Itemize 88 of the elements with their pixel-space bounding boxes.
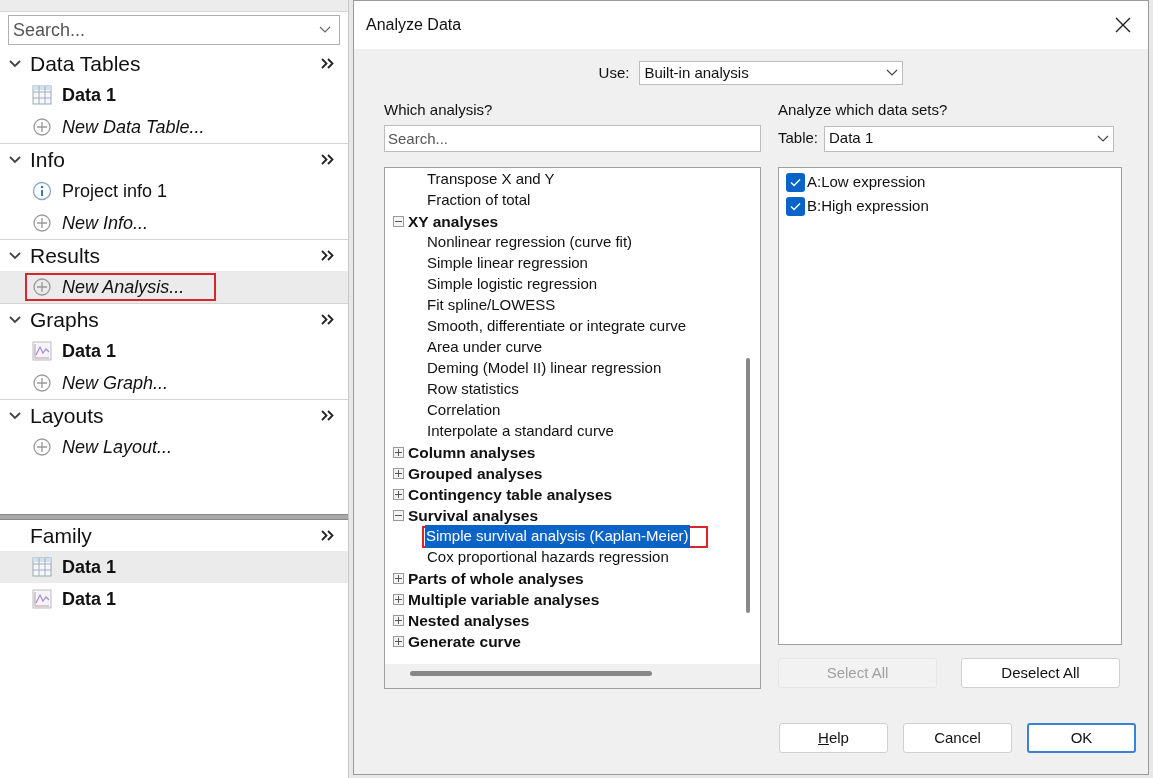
expand-icon[interactable] [393, 594, 404, 605]
checkmark-icon [790, 177, 801, 187]
tree-item[interactable]: Smooth, differentiate or integrate curve [426, 315, 688, 338]
tree-item[interactable]: Data 1 [25, 337, 149, 365]
section-header[interactable]: Results [30, 239, 321, 272]
checkmark-icon [790, 201, 801, 211]
table-label: Table: [778, 128, 819, 149]
section-heading: Analyze which data sets? [778, 100, 949, 120]
tree-item[interactable]: New Graph... [25, 369, 201, 397]
button[interactable]: Cancel [903, 723, 1012, 753]
plus-circle-icon [32, 277, 52, 297]
graph-icon [32, 341, 52, 361]
expand-panel-icon[interactable] [321, 314, 334, 325]
chevron-down-icon[interactable] [319, 26, 331, 34]
section-header[interactable]: Data Tables [30, 47, 321, 80]
tree-item[interactable]: New Analysis... [25, 273, 217, 301]
collapse-icon[interactable] [393, 216, 404, 227]
tree-item[interactable]: New Info... [25, 209, 181, 237]
scrollbar-thumb[interactable] [746, 358, 750, 613]
plus-circle-icon [32, 437, 52, 457]
tree-item[interactable]: Simple survival analysis (Kaplan-Meier) [425, 525, 690, 548]
dialog-title: Analyze Data [366, 15, 462, 35]
tree-item[interactable]: Area under curve [426, 336, 544, 359]
expand-panel-icon[interactable] [321, 410, 334, 421]
tree-item[interactable]: Fit spline/LOWESS [426, 294, 557, 317]
tree-group[interactable]: XY analyses [408, 209, 499, 234]
button[interactable]: Deselect All [961, 658, 1120, 688]
checkbox-label: B:High expression [807, 195, 929, 216]
section-header[interactable]: Family [30, 519, 321, 552]
section-header[interactable]: Graphs [30, 303, 321, 336]
use-dropdown[interactable]: Built-in analysis [639, 61, 904, 85]
plus-icon [395, 638, 402, 645]
minus-icon [395, 218, 402, 225]
tree-item[interactable]: Transpose X and Y [426, 168, 556, 191]
button[interactable]: OK [1027, 723, 1136, 753]
scrollbar-thumb[interactable] [410, 671, 652, 676]
expand-icon[interactable] [393, 489, 404, 500]
plus-icon [395, 617, 402, 624]
tree-item[interactable]: Data 1 [25, 81, 149, 109]
section-heading: Which analysis? [384, 100, 494, 120]
info-icon [32, 181, 52, 201]
tree-item[interactable]: Data 1 [25, 585, 149, 613]
tree-item[interactable]: Cox proportional hazards regression [426, 546, 670, 569]
tree-item[interactable]: Correlation [426, 399, 502, 422]
plus-circle-icon [32, 373, 52, 393]
plus-icon [395, 470, 402, 477]
graph-icon [32, 589, 52, 609]
expand-icon[interactable] [393, 468, 404, 479]
minus-icon [395, 512, 402, 519]
search-field[interactable]: Search... [8, 15, 340, 45]
section-header[interactable]: Layouts [30, 399, 321, 432]
checkbox-label: A:Low expression [807, 171, 926, 192]
tree-item[interactable]: Row statistics [426, 378, 520, 401]
table-icon [32, 85, 52, 105]
expand-icon[interactable] [393, 573, 404, 584]
chevron-down-icon [1097, 134, 1110, 143]
expand-icon[interactable] [393, 447, 404, 458]
tree-item[interactable]: Fraction of total [426, 189, 532, 212]
use-label: Use: [598, 62, 630, 83]
tree-item[interactable]: Simple linear regression [426, 252, 589, 275]
tree-item[interactable]: Interpolate a standard curve [426, 420, 615, 443]
table-dropdown[interactable]: Data 1 [824, 125, 1115, 152]
tree-item[interactable]: Nonlinear regression (curve fit) [426, 231, 634, 254]
table-icon [32, 557, 52, 577]
button[interactable]: Help [779, 723, 888, 753]
checkbox[interactable] [786, 172, 805, 192]
tree-item[interactable]: Project info 1 [25, 177, 200, 205]
tree-item[interactable]: New Data Table... [25, 113, 237, 141]
tree-item[interactable]: Simple logistic regression [426, 273, 599, 296]
plus-circle-icon [32, 117, 52, 137]
expand-icon[interactable] [393, 615, 404, 626]
tree-item[interactable]: New Layout... [25, 433, 205, 461]
collapse-icon[interactable] [393, 510, 404, 521]
section-header[interactable]: Info [30, 143, 321, 176]
expand-panel-icon[interactable] [321, 58, 334, 69]
plus-icon [395, 596, 402, 603]
expand-panel-icon[interactable] [321, 154, 334, 165]
plus-icon [395, 449, 402, 456]
expand-panel-icon[interactable] [321, 250, 334, 261]
tree-item[interactable]: Deming (Model II) linear regression [426, 357, 663, 380]
checkbox[interactable] [786, 196, 805, 216]
plus-circle-icon [32, 213, 52, 233]
expand-panel-icon[interactable] [321, 530, 334, 541]
plus-icon [395, 575, 402, 582]
chevron-down-icon [886, 69, 899, 77]
search-field[interactable]: Search... [384, 125, 761, 152]
plus-icon [395, 491, 402, 498]
expand-icon[interactable] [393, 636, 404, 647]
